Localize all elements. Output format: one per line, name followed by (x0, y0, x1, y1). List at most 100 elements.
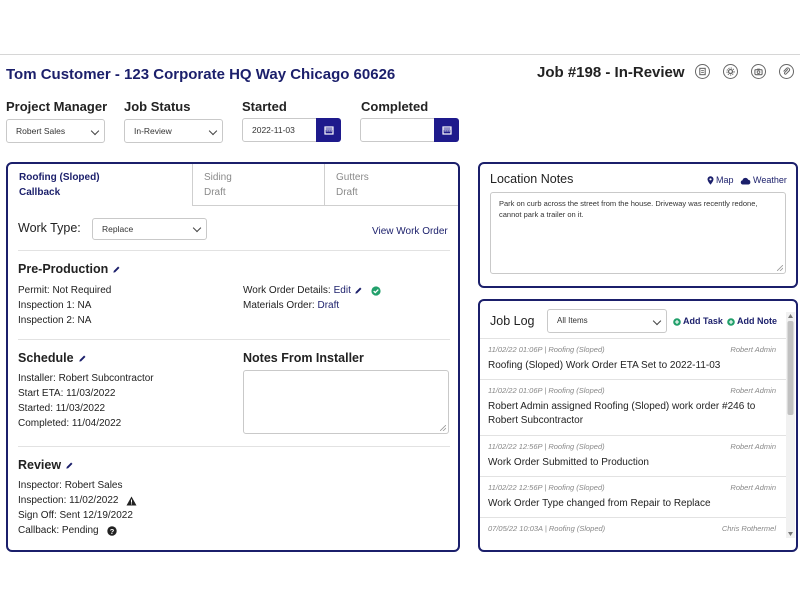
map-label: Map (716, 175, 734, 185)
inspection-row: Inspection: 11/02/2022 (18, 493, 137, 508)
location-notes-text: Park on curb across the street from the … (499, 199, 758, 219)
work-type-select[interactable]: Replace (92, 218, 207, 240)
gear-icon[interactable] (723, 64, 738, 79)
signoff-text: Sign Off: Sent 12/19/2022 (18, 510, 133, 521)
job-log-scrollbar[interactable] (786, 312, 795, 538)
review-heading: Review (18, 458, 74, 472)
customer-title: Tom Customer - 123 Corporate HQ Way Chic… (6, 66, 396, 83)
pencil-icon[interactable] (112, 265, 121, 274)
question-circle-icon[interactable]: ? (106, 525, 117, 536)
receipt-icon[interactable] (695, 64, 710, 79)
add-note-button[interactable]: Add Note (727, 314, 777, 329)
log-entry-message: Work Order Submitted to Production (488, 457, 649, 468)
job-status-label: Job Status (124, 99, 191, 114)
log-entry-author: Robert Admin (730, 345, 776, 354)
divider (18, 339, 450, 340)
project-manager-select[interactable]: Robert Sales (6, 119, 105, 143)
tab-roofing[interactable]: Roofing (Sloped) Callback (8, 164, 192, 206)
plus-circle-icon (673, 317, 681, 326)
materials-row: Materials Order: Draft (243, 298, 339, 313)
view-work-order-link[interactable]: View Work Order (372, 224, 448, 239)
materials-draft-link[interactable]: Draft (317, 300, 339, 311)
log-entry: 11/02/22 01:06P | Roofing (Sloped) Rober… (480, 339, 786, 380)
completed-calendar-button[interactable] (434, 118, 459, 142)
completed-text: Completed: 11/04/2022 (18, 418, 122, 429)
pencil-icon[interactable] (354, 286, 363, 295)
chevron-down-icon (208, 126, 218, 136)
started-calendar-button[interactable] (316, 118, 341, 142)
inspection-text: Inspection: 11/02/2022 (18, 495, 119, 506)
tab-gutters-title: Gutters (336, 172, 369, 183)
job-log-filter-value: All Items (557, 316, 588, 325)
location-notes-panel: Location Notes Map Weather Park on curb … (478, 162, 798, 288)
map-marker-icon (707, 176, 714, 185)
chevron-down-icon (90, 126, 100, 136)
log-entry-meta: 11/02/22 01:06P | Roofing (Sloped) (488, 345, 605, 354)
cloud-icon (740, 177, 751, 184)
completed-label: Completed (361, 99, 429, 114)
weather-link[interactable]: Weather (740, 173, 787, 188)
camera-icon[interactable] (751, 64, 766, 79)
tab-siding[interactable]: Siding Draft (192, 164, 324, 206)
log-entry-message: Roofing (Sloped) Work Order ETA Set to 2… (488, 360, 721, 371)
tab-roofing-title: Roofing (Sloped) (19, 172, 100, 183)
work-type-value: Replace (102, 224, 134, 234)
started-date-input[interactable]: 2022-11-03 (242, 118, 317, 142)
work-order-panel: Roofing (Sloped) Callback Siding Draft G… (6, 162, 460, 552)
paperclip-icon[interactable] (779, 64, 794, 79)
wo-details-edit-link[interactable]: Edit (334, 283, 351, 298)
divider (18, 446, 450, 447)
project-manager-label: Project Manager (6, 99, 108, 114)
log-entry-meta: 11/02/22 01:06P | Roofing (Sloped) (488, 386, 605, 395)
start-eta-text: Start ETA: 11/03/2022 (18, 388, 116, 399)
job-title: Job #198 - In-Review (537, 64, 685, 81)
callback-row: Callback: Pending ? (18, 523, 117, 538)
wo-details-row: Work Order Details: Edit (243, 283, 381, 298)
tab-siding-status: Draft (204, 187, 226, 198)
add-task-label: Add Task (683, 316, 723, 326)
tab-siding-title: Siding (204, 172, 232, 183)
work-type-label: Work Type: (18, 221, 81, 235)
started-text: Started: 11/03/2022 (18, 403, 106, 414)
location-notes-textarea[interactable]: Park on curb across the street from the … (490, 192, 786, 274)
callback-text: Callback: Pending (18, 525, 99, 536)
log-entry-message: Work Order Type changed from Repair to R… (488, 498, 711, 509)
divider (18, 250, 450, 251)
resize-grip-icon[interactable] (440, 425, 446, 431)
job-log-panel: Job Log All Items Add Task Add Note 11/0… (478, 299, 798, 552)
completed-date-input[interactable] (360, 118, 435, 142)
job-status-select[interactable]: In-Review (124, 119, 223, 143)
review-title: Review (18, 458, 62, 472)
preproduction-heading: Pre-Production (18, 262, 121, 276)
schedule-title: Schedule (18, 351, 74, 365)
warning-icon (126, 496, 137, 505)
job-log-filter-select[interactable]: All Items (547, 309, 667, 333)
tab-gutters[interactable]: Gutters Draft (324, 164, 458, 206)
resize-grip-icon[interactable] (777, 265, 783, 271)
started-date-value: 2022-11-03 (252, 125, 295, 135)
pencil-icon[interactable] (65, 461, 74, 470)
scrollbar-thumb (787, 321, 794, 415)
project-manager-value: Robert Sales (16, 126, 66, 136)
preproduction-title: Pre-Production (18, 262, 109, 276)
inspection1-text: Inspection 1: NA (18, 300, 92, 311)
location-notes-title: Location Notes (490, 172, 574, 186)
inspection2-text: Inspection 2: NA (18, 315, 92, 326)
installer-notes-textarea[interactable] (243, 370, 449, 434)
calendar-icon (323, 126, 334, 135)
weather-label: Weather (753, 175, 787, 185)
log-entry-meta: 11/02/22 12:56P | Roofing (Sloped) (488, 483, 605, 492)
log-entry-message: Robert Admin assigned Roofing (Sloped) w… (488, 401, 756, 426)
log-entry-author: Chris Rothermel (721, 524, 776, 533)
materials-label: Materials Order: (243, 300, 315, 311)
started-label: Started (242, 99, 287, 114)
chevron-down-icon (652, 316, 662, 326)
log-entry-meta: 11/02/22 12:56P | Roofing (Sloped) (488, 442, 605, 451)
wo-details-label: Work Order Details: (243, 285, 331, 296)
map-link[interactable]: Map (707, 173, 734, 188)
pencil-icon[interactable] (78, 354, 87, 363)
log-entry-author: Robert Admin (730, 483, 776, 492)
add-task-button[interactable]: Add Task (673, 314, 723, 329)
log-entry: 11/02/22 12:56P | Roofing (Sloped) Rober… (480, 477, 786, 518)
schedule-heading: Schedule (18, 351, 87, 365)
